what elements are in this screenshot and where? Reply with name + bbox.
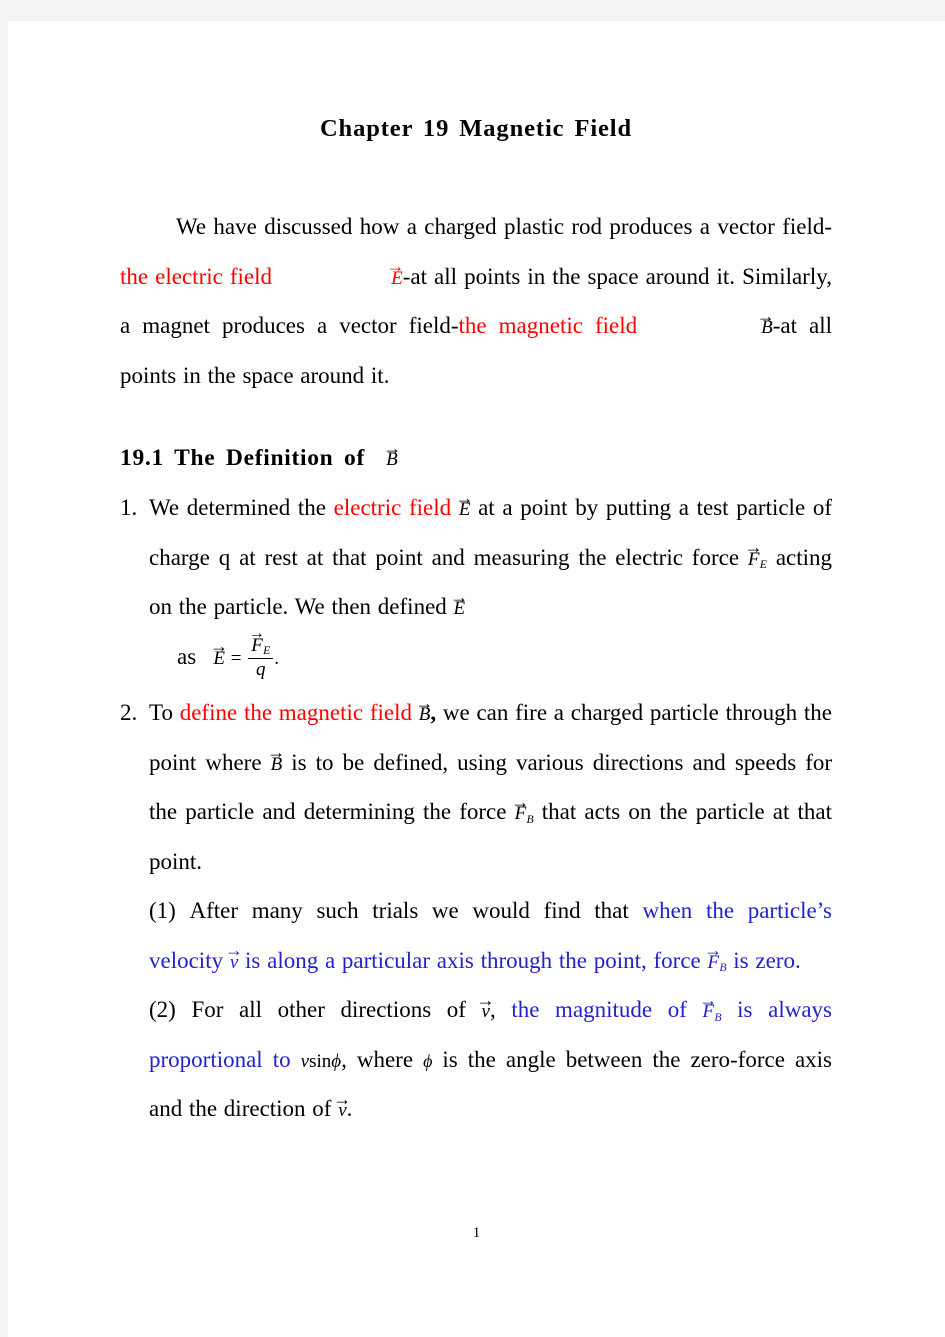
symbol-b-vector-item2b: → B [267,742,286,775]
sub2-segment-1: For all other directions of [191,997,466,1022]
equation-e-equals-f-over-q: as → E = → FE q. [120,624,832,682]
symbol-force-electric: → FE [744,537,767,572]
symbol-b-vector: → B [756,305,775,338]
symbol-force-magnetic-sub2: → FB [698,989,722,1024]
symbol-v-vector-sub2b: → v [333,1088,352,1121]
symbol-e-vector-item1b: → E [449,586,468,619]
list-item-2: 2. To define the magnetic field → B, we ca… [120,688,832,886]
sub1-blue-segment-4: is zero. [733,947,801,973]
symbol-force-magnetic-item2: → FB [511,791,534,826]
symbol-v-vector-sub1: → v [224,940,243,973]
intro-red-electric-field: the electric field [120,263,273,289]
symbol-b-vector-heading: → B [382,437,401,470]
symbol-phi: ϕ [423,1050,433,1071]
sub2-segment-4: where [356,1046,414,1072]
sub-marker-2: (2) [149,997,176,1022]
fraction-denominator: q [248,657,274,680]
item1-red-electric-field: electric field [333,495,452,520]
intro-paragraph: We have discussed how a charged plastic … [120,202,832,400]
formula-v-sin-phi: vsinϕ [300,1050,342,1072]
sub1-segment-1: After many such trials we would find tha… [189,898,629,923]
item2-red-define-magnetic-field: define the magnetic field [179,700,412,725]
list-item-1: 1. We determined the electric field → E at… [120,483,832,632]
page-number: 1 [472,1225,481,1241]
equation-fraction: → FE q [248,624,274,680]
list-marker-2: 2. [120,700,138,725]
equation-trailing-period: . [274,647,280,669]
list-marker-1: 1. [120,495,138,520]
sub-marker-1: (1) [149,898,176,923]
equation-relation: = [230,647,242,669]
intro-red-magnetic-field: the magnetic field [458,313,638,338]
document-content: Chapter 19 Magnetic Field We have discus… [120,91,832,1134]
sub1-blue-segment-3: is along a particular axis through the p… [245,947,701,973]
symbol-e-vector-item1: → E [455,487,474,520]
symbol-v-vector-sub2: → v [476,989,495,1022]
sub-item-2: (2) For all other directions of → v, the … [149,985,832,1134]
symbol-b-vector-item2: → B [415,692,434,725]
sub2-comma-2: , [341,1046,347,1072]
section-heading-text: 19.1 The Definition of [120,445,366,471]
equation-lhs: → E [209,636,228,669]
document-page: Chapter 19 Magnetic Field We have discus… [8,21,945,1337]
intro-segment-1: We have discussed how a charged plastic … [176,214,832,239]
section-heading: 19.1 The Definition of → B [120,400,832,476]
fraction-numerator: → FE [248,624,271,658]
symbol-e-vector: → E [386,256,405,289]
item2-segment-1: To [149,700,173,725]
item1-segment-1: We determined the [149,495,326,520]
symbol-force-magnetic-sub1: → FB [703,940,727,975]
sub2-blue-segment-2: the magnitude of [511,997,687,1022]
sub-item-1: (1) After many such trials we would find… [149,886,832,985]
page-title: Chapter 19 Magnetic Field [319,115,633,142]
equation-lead-word: as [177,643,197,669]
